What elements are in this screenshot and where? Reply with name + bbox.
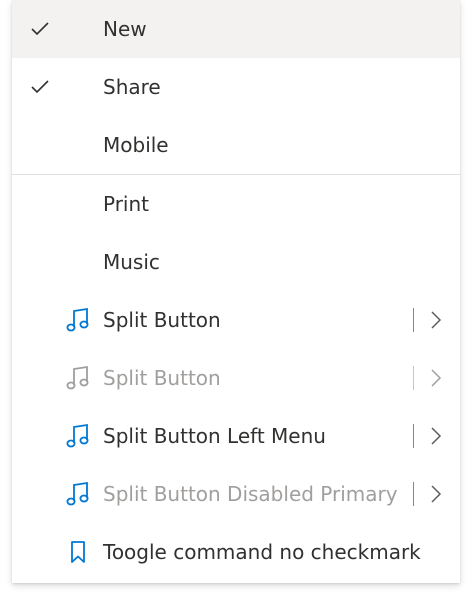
chevron-right-icon[interactable] (426, 465, 446, 523)
bookmark-icon (63, 523, 93, 581)
split-divider (413, 308, 414, 332)
menu-item-label: Share (103, 75, 161, 99)
split-divider (413, 482, 414, 506)
menu-item-toggle-command[interactable]: Toogle command no checkmark (12, 523, 460, 581)
split-divider (413, 424, 414, 448)
menu-item-label: New (103, 17, 147, 41)
menu-item-label: Toogle command no checkmark (103, 540, 421, 564)
menu-item-split-button[interactable]: Split Button (12, 291, 460, 349)
chevron-right-icon[interactable] (426, 291, 446, 349)
menu-item-split-button-disabled-primary[interactable]: Split Button Disabled Primary (12, 465, 460, 523)
split-divider (413, 366, 414, 390)
menu-item-label: Music (103, 250, 160, 274)
menu-item-label: Split Button Left Menu (103, 424, 326, 448)
music-note-icon (63, 465, 93, 523)
checkmark-icon (25, 58, 55, 116)
menu-item-label: Print (103, 192, 150, 216)
menu-item-label: Split Button (103, 366, 221, 390)
menu-item-music[interactable]: Music (12, 233, 460, 291)
checkmark-icon (25, 0, 55, 58)
menu-item-mobile[interactable]: Mobile (12, 116, 460, 174)
menu-item-split-button-left-menu[interactable]: Split Button Left Menu (12, 407, 460, 465)
music-note-icon (63, 407, 93, 465)
menu-item-label: Mobile (103, 133, 169, 157)
menu-item-print[interactable]: Print (12, 175, 460, 233)
menu-item-label: Split Button Disabled Primary (103, 482, 398, 506)
menu-item-new[interactable]: New (12, 0, 460, 58)
menu-item-share[interactable]: Share (12, 58, 460, 116)
chevron-right-icon (426, 349, 446, 407)
context-menu: New Share Mobile Print Music Split Butto… (12, 0, 460, 583)
music-note-icon (63, 349, 93, 407)
music-note-icon (63, 291, 93, 349)
menu-item-split-button-disabled: Split Button (12, 349, 460, 407)
chevron-right-icon[interactable] (426, 407, 446, 465)
menu-item-label: Split Button (103, 308, 221, 332)
